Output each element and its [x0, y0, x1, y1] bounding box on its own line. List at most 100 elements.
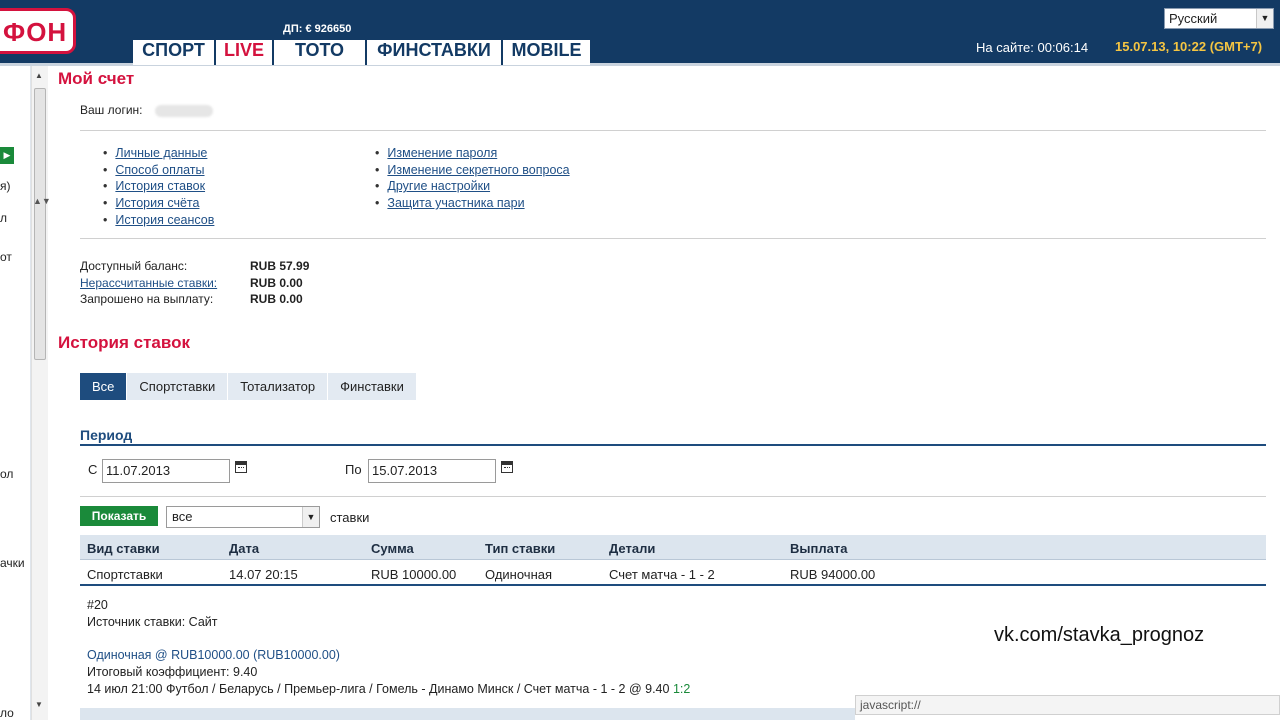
- to-date-input[interactable]: 15.07.2013: [368, 459, 496, 483]
- site-logo[interactable]: ФОН: [0, 8, 76, 54]
- account-title: Мой счет: [58, 69, 135, 88]
- scroll-grip-icon: ▲▼: [33, 196, 51, 206]
- list-item: Способ оплаты: [115, 162, 214, 179]
- bet-filter-suffix: ставки: [330, 510, 370, 525]
- bet-event-text: 14 июл 21:00 Футбол / Беларусь / Премьер…: [87, 682, 670, 696]
- chevron-down-icon: ▼: [302, 507, 319, 527]
- column-header: Выплата: [790, 541, 848, 556]
- table-cell: RUB 94000.00: [790, 567, 876, 582]
- link-other-settings[interactable]: Другие настройки: [387, 179, 490, 193]
- nav-sport[interactable]: СПОРТ: [133, 40, 216, 65]
- link-change-secret-question[interactable]: Изменение секретного вопроса: [387, 163, 569, 177]
- list-item: Изменение пароля: [387, 145, 570, 162]
- column-header: Детали: [609, 541, 656, 556]
- tab-all[interactable]: Все: [80, 373, 127, 400]
- history-tabs: Все Спортставки Тотализатор Финставки: [80, 373, 417, 400]
- scroll-down-icon[interactable]: ▼: [35, 700, 43, 709]
- nav-finstavki[interactable]: ФИНСТАВКИ: [367, 40, 503, 65]
- account-links-left: Личные данные Способ оплаты История став…: [115, 145, 214, 229]
- balance-unsettled: Нерассчитанные ставки: RUB 0.00: [80, 276, 303, 290]
- scroll-thumb[interactable]: [34, 88, 46, 360]
- login-value-blurred: [154, 104, 213, 117]
- site-header: ФОН ДП: € 926650 СПОРТ LIVE ТОТО ФИНСТАВ…: [0, 0, 1280, 66]
- balance-withdrawal: Запрошено на выплату: RUB 0.00: [80, 292, 303, 306]
- list-item: Изменение секретного вопроса: [387, 162, 569, 179]
- tab-totalizator[interactable]: Тотализатор: [228, 373, 328, 400]
- bet-filter-value: все: [172, 509, 193, 524]
- tab-sportsbets[interactable]: Спортставки: [127, 373, 228, 400]
- language-select[interactable]: Русский ▼: [1164, 8, 1274, 29]
- play-icon[interactable]: ▶: [0, 147, 14, 164]
- list-item: Другие настройки: [387, 178, 570, 195]
- column-header: Вид ставки: [87, 541, 160, 556]
- link-change-password[interactable]: Изменение пароля: [387, 146, 497, 160]
- scroll-up-icon[interactable]: ▲: [35, 71, 43, 80]
- link-account-history[interactable]: История счёта: [115, 196, 199, 210]
- list-item: История сеансов: [115, 212, 214, 229]
- link-unsettled-bets[interactable]: Нерассчитанные ставки:: [80, 276, 217, 290]
- main-nav: СПОРТ LIVE ТОТО ФИНСТАВКИ MOBILE: [133, 40, 590, 65]
- list-item: Личные данные: [115, 145, 214, 162]
- column-header: Тип ставки: [485, 541, 556, 556]
- bet-filter-select[interactable]: все ▼: [166, 506, 320, 528]
- bet-event: 14 июл 21:00 Футбол / Беларусь / Премьер…: [87, 682, 690, 696]
- table-cell: Спортставки: [87, 567, 163, 582]
- list-item: История ставок: [115, 178, 214, 195]
- period-title: Период: [80, 427, 133, 443]
- history-title: История ставок: [58, 333, 190, 352]
- sidebar-scrollbar[interactable]: ▲ ▲▼ ▼: [31, 66, 51, 720]
- language-value: Русский: [1169, 11, 1218, 26]
- list-item: Защита участника пари: [387, 195, 570, 212]
- period-divider: [80, 444, 1266, 446]
- nav-mobile[interactable]: MOBILE: [503, 40, 590, 65]
- jackpot-text: ДП: € 926650: [283, 23, 352, 35]
- table-cell: Счет матча - 1 - 2: [609, 567, 715, 582]
- table-cell: Одиночная: [485, 567, 553, 582]
- left-sidebar: ▶ я) л от ол ачки ло: [0, 66, 31, 720]
- calendar-icon[interactable]: [501, 461, 513, 473]
- tab-finbets[interactable]: Финставки: [328, 373, 416, 400]
- link-bet-history[interactable]: История ставок: [115, 179, 205, 193]
- column-header: Сумма: [371, 541, 414, 556]
- balance-available: Доступный баланс: RUB 57.99: [80, 259, 309, 273]
- divider: [80, 496, 1266, 497]
- calendar-icon[interactable]: [235, 461, 247, 473]
- nav-live[interactable]: LIVE: [216, 40, 274, 65]
- balance-value: RUB 0.00: [250, 292, 303, 306]
- to-label: По: [345, 462, 362, 477]
- bet-coefficient: Итоговый коэффициент: 9.40: [87, 665, 258, 679]
- browser-status-bar: javascript://: [855, 695, 1280, 715]
- link-payment-method[interactable]: Способ оплаты: [115, 163, 204, 177]
- table-cell: 14.07 20:15: [229, 567, 298, 582]
- sidebar-fragment: ло: [0, 706, 14, 720]
- table-cell: RUB 10000.00: [371, 567, 457, 582]
- balance-value: RUB 57.99: [250, 259, 310, 273]
- link-session-history[interactable]: История сеансов: [115, 213, 214, 227]
- bet-source: Источник ставки: Сайт: [87, 615, 218, 629]
- sidebar-fragment: л: [0, 211, 8, 225]
- table-header: Вид ставки Дата Сумма Тип ставки Детали …: [80, 535, 1266, 560]
- list-item: История счёта: [115, 195, 214, 212]
- watermark-text: vk.com/stavka_prognoz: [994, 624, 1205, 646]
- onsite-timer: На сайте: 00:06:14: [976, 40, 1089, 55]
- logo-text: ФОН: [3, 17, 68, 47]
- chevron-down-icon: ▼: [1256, 9, 1273, 28]
- sidebar-fragment: я): [0, 179, 11, 193]
- login-row: Ваш логин:: [80, 103, 213, 117]
- link-bettor-protection[interactable]: Защита участника пари: [387, 196, 524, 210]
- next-row-strip: [80, 708, 855, 720]
- sidebar-fragment: ачки: [0, 556, 25, 570]
- bet-score: 1:2: [672, 682, 691, 696]
- link-personal-data[interactable]: Личные данные: [115, 146, 207, 160]
- bet-id: #20: [87, 598, 108, 612]
- table-row[interactable]: Спортставки 14.07 20:15 RUB 10000.00 Оди…: [80, 560, 1266, 586]
- from-date-input[interactable]: 11.07.2013: [102, 459, 230, 483]
- balance-label: Доступный баланс:: [80, 259, 188, 273]
- bet-summary: Одиночная @ RUB10000.00 (RUB10000.00): [87, 648, 340, 662]
- divider: [80, 238, 1266, 239]
- nav-toto[interactable]: ТОТО: [274, 40, 367, 65]
- show-button[interactable]: Показать: [80, 506, 158, 526]
- balance-label: Запрошено на выплату:: [80, 292, 214, 306]
- login-label: Ваш логин:: [80, 103, 143, 117]
- column-header: Дата: [229, 541, 260, 556]
